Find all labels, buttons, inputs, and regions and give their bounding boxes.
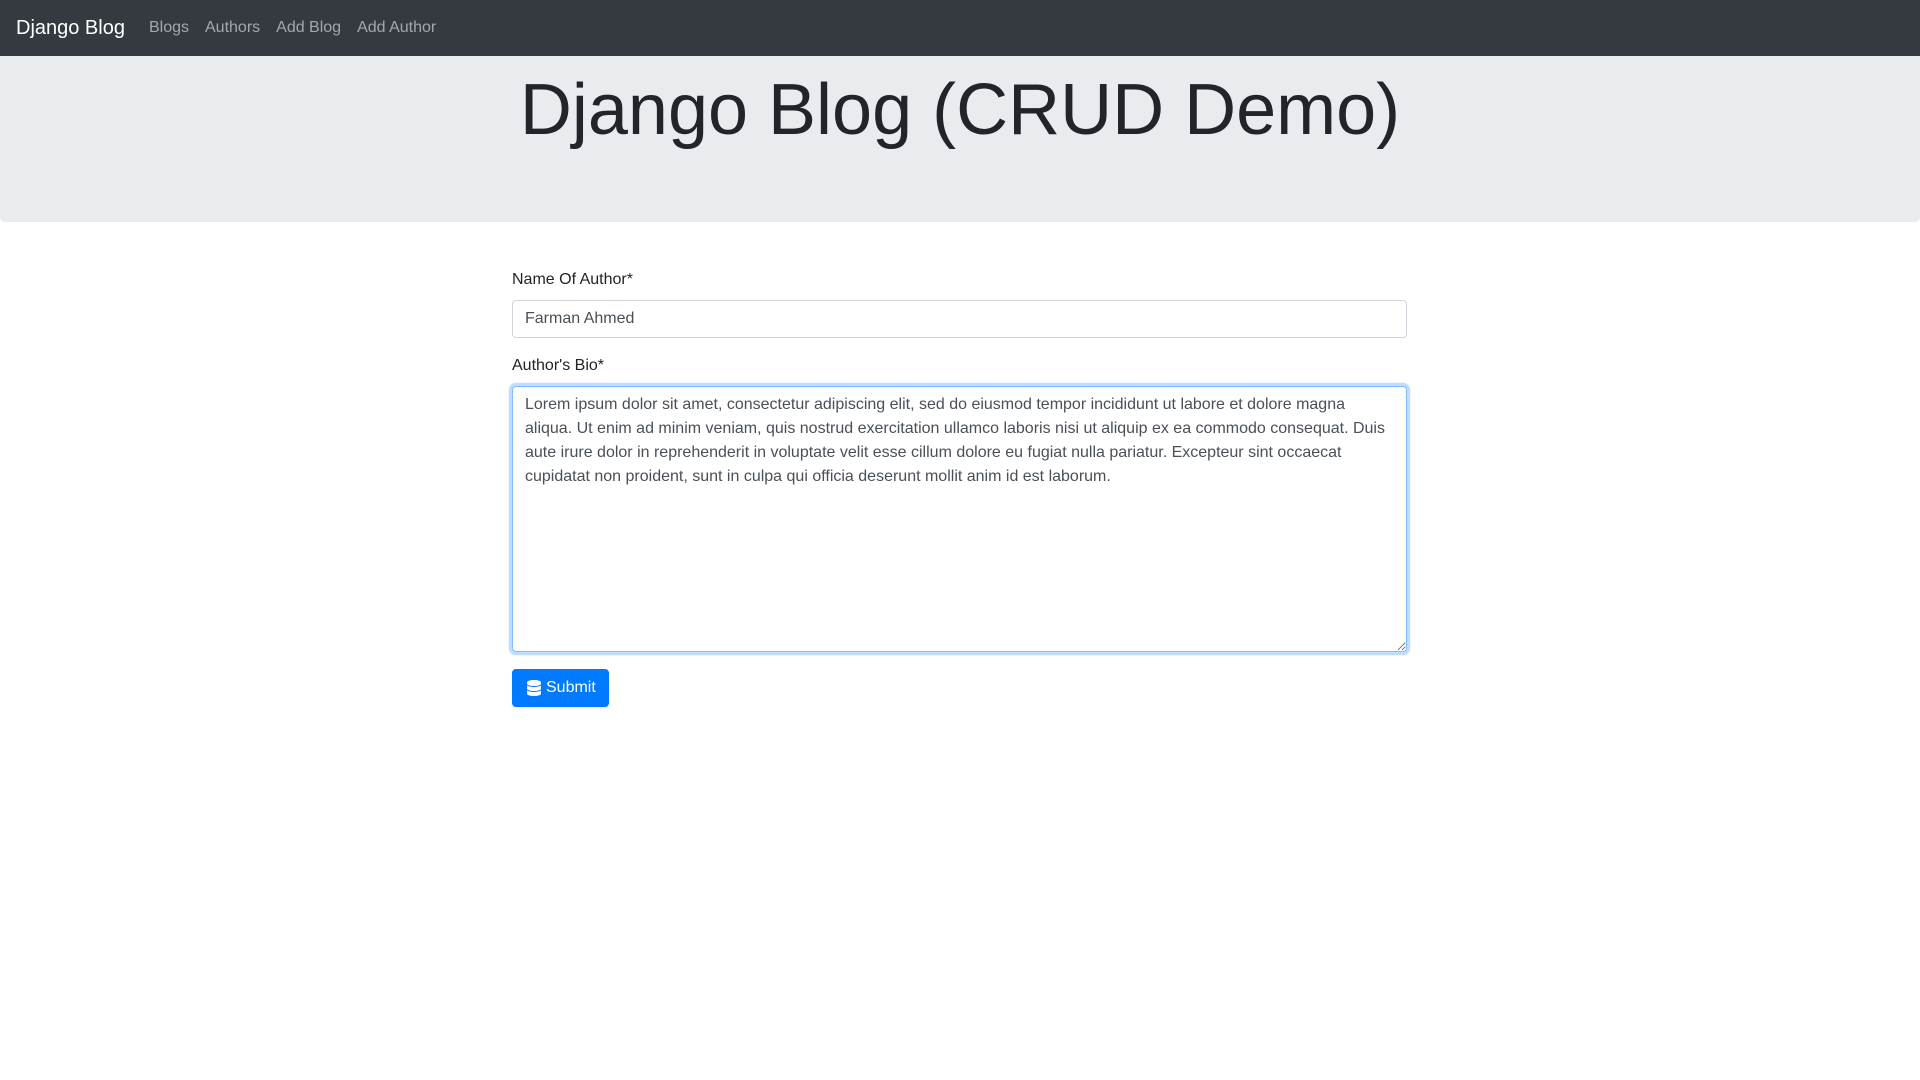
author-form: Name Of Author* Author's Bio* Lorem ipsu… — [512, 268, 1407, 707]
nav-link-authors[interactable]: Authors — [205, 16, 260, 40]
submit-button[interactable]: Submit — [512, 669, 609, 707]
author-name-input[interactable] — [512, 300, 1407, 338]
submit-label: Submit — [546, 679, 596, 696]
navbar: Django Blog Blogs Authors Add Blog Add A… — [0, 0, 1920, 56]
page-title: Django Blog (CRUD Demo) — [519, 70, 1401, 150]
database-icon — [527, 680, 541, 696]
nav-link-blogs[interactable]: Blogs — [149, 16, 189, 40]
bio-label: Author's Bio* — [512, 357, 604, 374]
nav-link-add-blog[interactable]: Add Blog — [276, 16, 341, 40]
author-bio-textarea[interactable]: Lorem ipsum dolor sit amet, consectetur … — [512, 386, 1407, 652]
navbar-brand[interactable]: Django Blog — [16, 14, 125, 42]
jumbotron: Django Blog (CRUD Demo) — [0, 56, 1920, 222]
nav-link-add-author[interactable]: Add Author — [357, 16, 436, 40]
bio-group: Author's Bio* Lorem ipsum dolor sit amet… — [512, 354, 1407, 657]
name-label: Name Of Author* — [512, 271, 633, 288]
